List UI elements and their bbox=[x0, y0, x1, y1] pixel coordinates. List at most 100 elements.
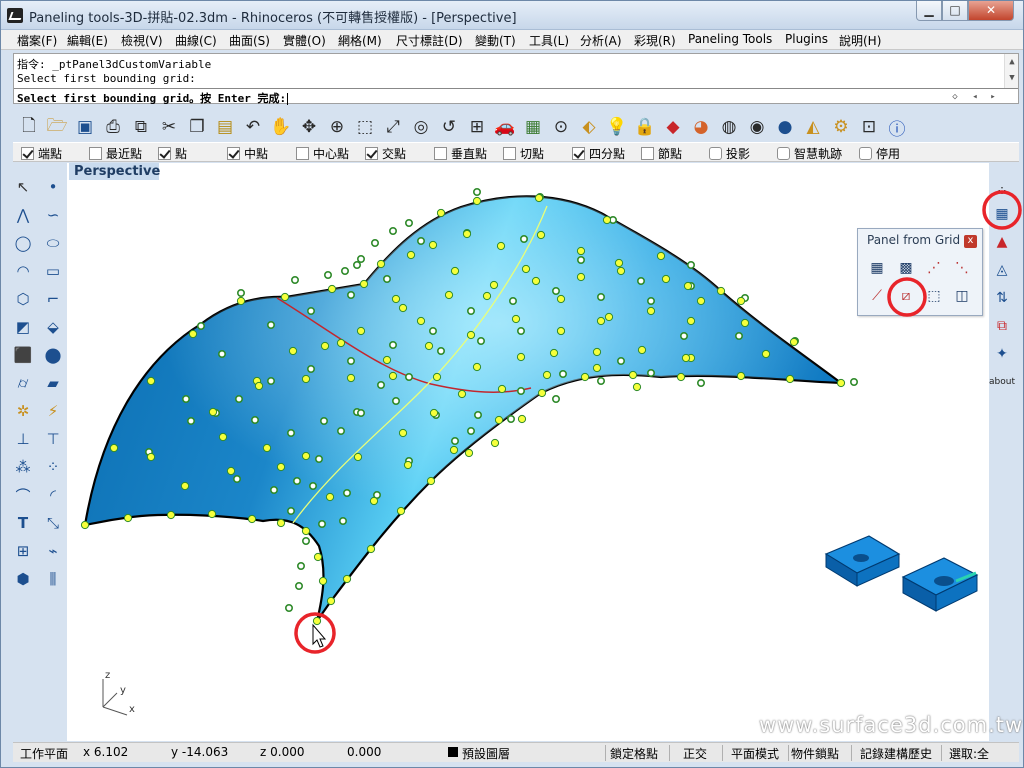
grid-point-selected[interactable] bbox=[740, 318, 750, 328]
grid-point-selected[interactable] bbox=[789, 337, 799, 347]
grid-point[interactable] bbox=[346, 356, 355, 365]
grid-point-selected[interactable] bbox=[464, 448, 474, 458]
grid-point-selected[interactable] bbox=[429, 408, 439, 418]
analysis-icon[interactable]: ⌁ bbox=[41, 539, 65, 563]
curve-icon[interactable]: ∽ bbox=[41, 203, 65, 227]
menu-edit[interactable]: 編輯(E) bbox=[67, 32, 108, 49]
menu-render[interactable]: 彩現(R) bbox=[634, 32, 676, 49]
undo-icon[interactable]: ↶ bbox=[241, 115, 265, 139]
grid-point-selected[interactable] bbox=[388, 371, 398, 381]
block-icon[interactable]: ⊞ bbox=[11, 539, 35, 563]
grid-point-selected[interactable] bbox=[511, 314, 521, 324]
wireframe-sphere-icon[interactable]: ◍ bbox=[717, 115, 741, 139]
smarttrack-toggle[interactable]: 智慧軌跡 bbox=[777, 145, 842, 162]
panel-close-button[interactable]: x bbox=[964, 235, 977, 248]
grid-point-selected[interactable] bbox=[326, 596, 336, 606]
menu-paneling-tools[interactable]: Paneling Tools bbox=[688, 32, 772, 46]
menu-analyze[interactable]: 分析(A) bbox=[580, 32, 622, 49]
grid-point-selected[interactable] bbox=[403, 460, 413, 470]
grid-point[interactable] bbox=[636, 276, 645, 285]
grid-point-selected[interactable] bbox=[521, 264, 531, 274]
grid-point-selected[interactable] bbox=[542, 370, 552, 380]
arc-icon[interactable]: ◠ bbox=[11, 259, 35, 283]
grid-point[interactable] bbox=[679, 331, 688, 340]
grid-point-selected[interactable] bbox=[426, 476, 436, 486]
grid-point[interactable] bbox=[237, 288, 246, 297]
osnap-end[interactable]: 端點 bbox=[21, 145, 62, 162]
grid-point-selected[interactable] bbox=[462, 229, 472, 239]
grid-point-selected[interactable] bbox=[632, 382, 642, 392]
grid-point-selected[interactable] bbox=[428, 240, 438, 250]
scroll-down-icon[interactable]: ▼ bbox=[1005, 73, 1019, 83]
circle-icon[interactable]: ◯ bbox=[11, 231, 35, 255]
grid-point[interactable] bbox=[466, 426, 475, 435]
grid-point[interactable] bbox=[182, 394, 191, 403]
dimension-linear-icon[interactable]: ⫼ bbox=[41, 567, 65, 591]
box-solid-icon[interactable]: ⬛ bbox=[11, 343, 35, 367]
grid-point-selected[interactable] bbox=[188, 329, 198, 339]
panel-flat-icon[interactable]: ◫ bbox=[950, 284, 974, 308]
grid-point[interactable] bbox=[646, 368, 655, 377]
dimension-icon[interactable]: ⤡ bbox=[41, 511, 65, 535]
grid-point-selected[interactable] bbox=[325, 492, 335, 502]
grid-point[interactable] bbox=[370, 239, 379, 248]
grid-point-selected[interactable] bbox=[549, 348, 559, 358]
grid-point-selected[interactable] bbox=[301, 374, 311, 384]
checkbox-icon[interactable] bbox=[296, 147, 309, 160]
grid-point-selected[interactable] bbox=[262, 443, 272, 453]
osnap-perpendicular[interactable]: 垂直點 bbox=[434, 145, 487, 162]
checkbox-icon[interactable] bbox=[227, 147, 240, 160]
grid-point-selected[interactable] bbox=[276, 462, 286, 472]
selection-filter[interactable]: 選取:全 bbox=[949, 745, 989, 762]
grid-point-selected[interactable] bbox=[683, 281, 693, 291]
menu-mesh[interactable]: 網格(M) bbox=[338, 32, 382, 49]
scroll-up-icon[interactable]: ▲ bbox=[1005, 57, 1019, 67]
shaded-sphere-icon[interactable]: ◉ bbox=[745, 115, 769, 139]
grid-point-selected[interactable] bbox=[450, 266, 460, 276]
grid-point-selected[interactable] bbox=[123, 513, 133, 523]
command-spin-icon[interactable]: ◇ bbox=[948, 92, 962, 102]
perspective-viewport[interactable] bbox=[67, 163, 989, 741]
grid-point-selected[interactable] bbox=[376, 259, 386, 269]
checkbox-icon[interactable] bbox=[21, 147, 34, 160]
checkbox-icon[interactable] bbox=[365, 147, 378, 160]
grid-point[interactable] bbox=[376, 380, 385, 389]
grid-point-selected[interactable] bbox=[382, 355, 392, 365]
grid-direction-icon[interactable]: ⇅ bbox=[989, 285, 1015, 311]
menu-tools[interactable]: 工具(L) bbox=[529, 32, 569, 49]
grid-point[interactable] bbox=[404, 372, 413, 381]
grid-point[interactable] bbox=[286, 428, 295, 437]
grid-point-selected[interactable] bbox=[288, 346, 298, 356]
split-icon[interactable]: ⊤ bbox=[41, 427, 65, 451]
grid-point-selected[interactable] bbox=[320, 341, 330, 351]
osnap-toggle[interactable]: 物件鎖點 bbox=[791, 745, 839, 762]
mesh-plane-icon[interactable]: ▰ bbox=[41, 371, 65, 395]
grid-point[interactable] bbox=[519, 235, 528, 244]
grid-point[interactable] bbox=[292, 476, 301, 485]
toggle-icon[interactable] bbox=[859, 147, 872, 160]
grid-point-selected[interactable] bbox=[226, 466, 236, 476]
grid-point[interactable] bbox=[404, 219, 413, 228]
grid-point-selected[interactable] bbox=[836, 378, 846, 388]
grid-point[interactable] bbox=[558, 369, 567, 378]
grid-point[interactable] bbox=[284, 603, 293, 612]
grid-point[interactable] bbox=[388, 340, 397, 349]
grid-point-selected[interactable] bbox=[489, 280, 499, 290]
grid-point[interactable] bbox=[197, 321, 206, 330]
grid-point[interactable] bbox=[294, 581, 303, 590]
close-button[interactable]: ✕ bbox=[968, 1, 1014, 21]
grid-point[interactable] bbox=[286, 506, 295, 515]
grid-point-selected[interactable] bbox=[366, 544, 376, 554]
grid-point[interactable] bbox=[233, 474, 242, 483]
grid-point[interactable] bbox=[266, 320, 275, 329]
menu-transform[interactable]: 變動(T) bbox=[475, 32, 516, 49]
grid-3d-icon[interactable]: ⧉ bbox=[989, 313, 1015, 339]
grid-point[interactable] bbox=[696, 378, 705, 387]
osnap-center[interactable]: 中心點 bbox=[296, 145, 349, 162]
grid-point-selected[interactable] bbox=[616, 266, 626, 276]
fillet-curve-icon[interactable]: ⌐ bbox=[41, 287, 65, 311]
grid-point[interactable] bbox=[466, 306, 475, 315]
grid-snap-toggle[interactable]: 鎖定格點 bbox=[610, 745, 658, 762]
grid-point-selected[interactable] bbox=[207, 509, 217, 519]
menu-file[interactable]: 檔案(F) bbox=[17, 32, 57, 49]
